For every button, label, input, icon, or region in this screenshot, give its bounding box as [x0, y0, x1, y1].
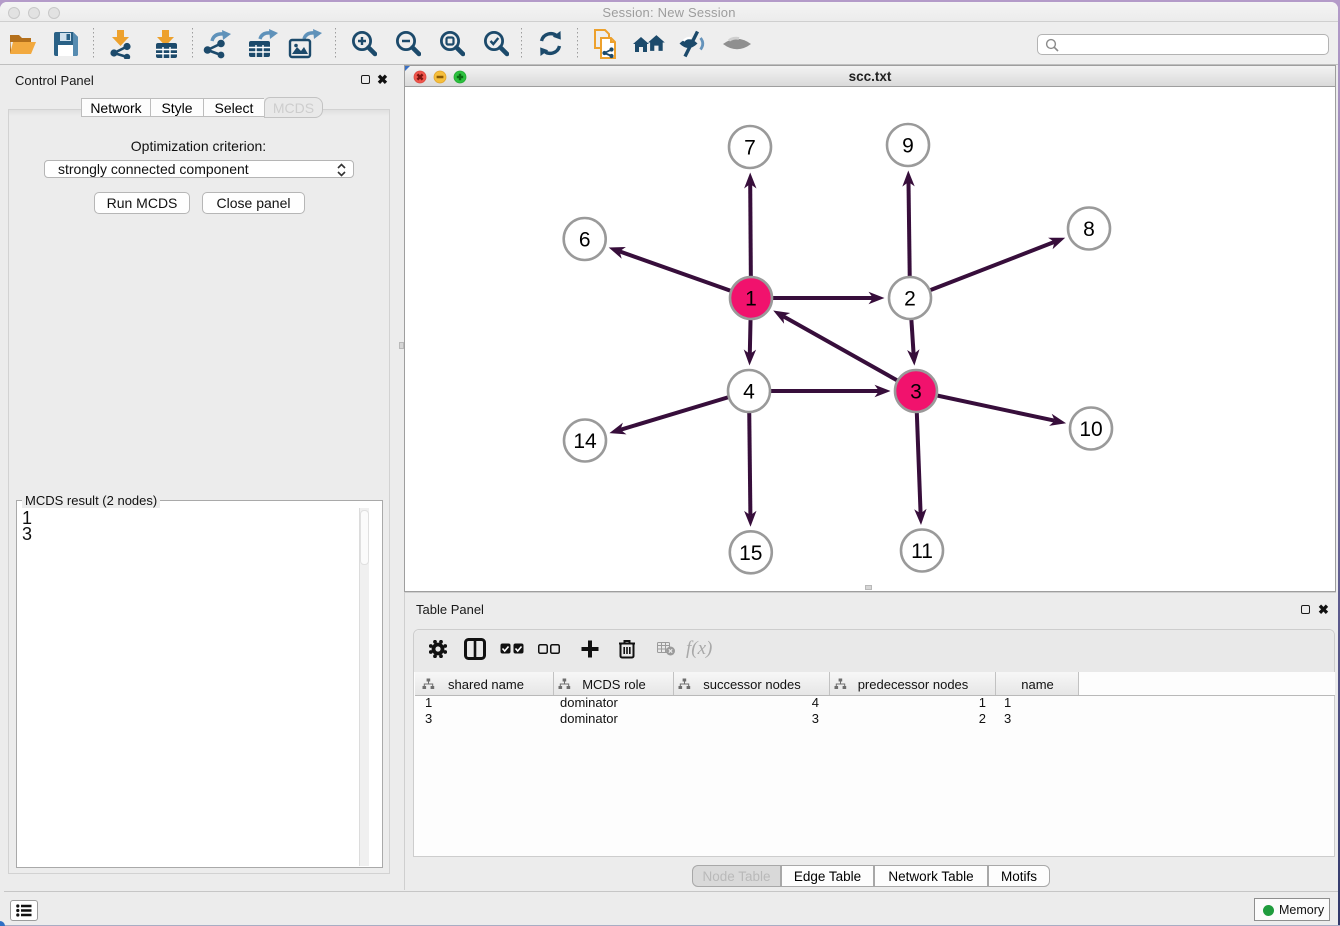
svg-text:14: 14 [573, 430, 597, 453]
svg-text:7: 7 [744, 137, 756, 160]
svg-text:10: 10 [1079, 418, 1102, 441]
svg-text:3: 3 [910, 381, 922, 404]
svg-text:6: 6 [579, 229, 591, 252]
svg-text:8: 8 [1083, 218, 1095, 241]
svg-text:1: 1 [745, 288, 757, 311]
svg-text:11: 11 [911, 540, 933, 563]
svg-text:2: 2 [904, 288, 916, 311]
svg-text:9: 9 [902, 135, 914, 158]
svg-text:15: 15 [739, 542, 762, 565]
svg-text:4: 4 [743, 381, 755, 404]
